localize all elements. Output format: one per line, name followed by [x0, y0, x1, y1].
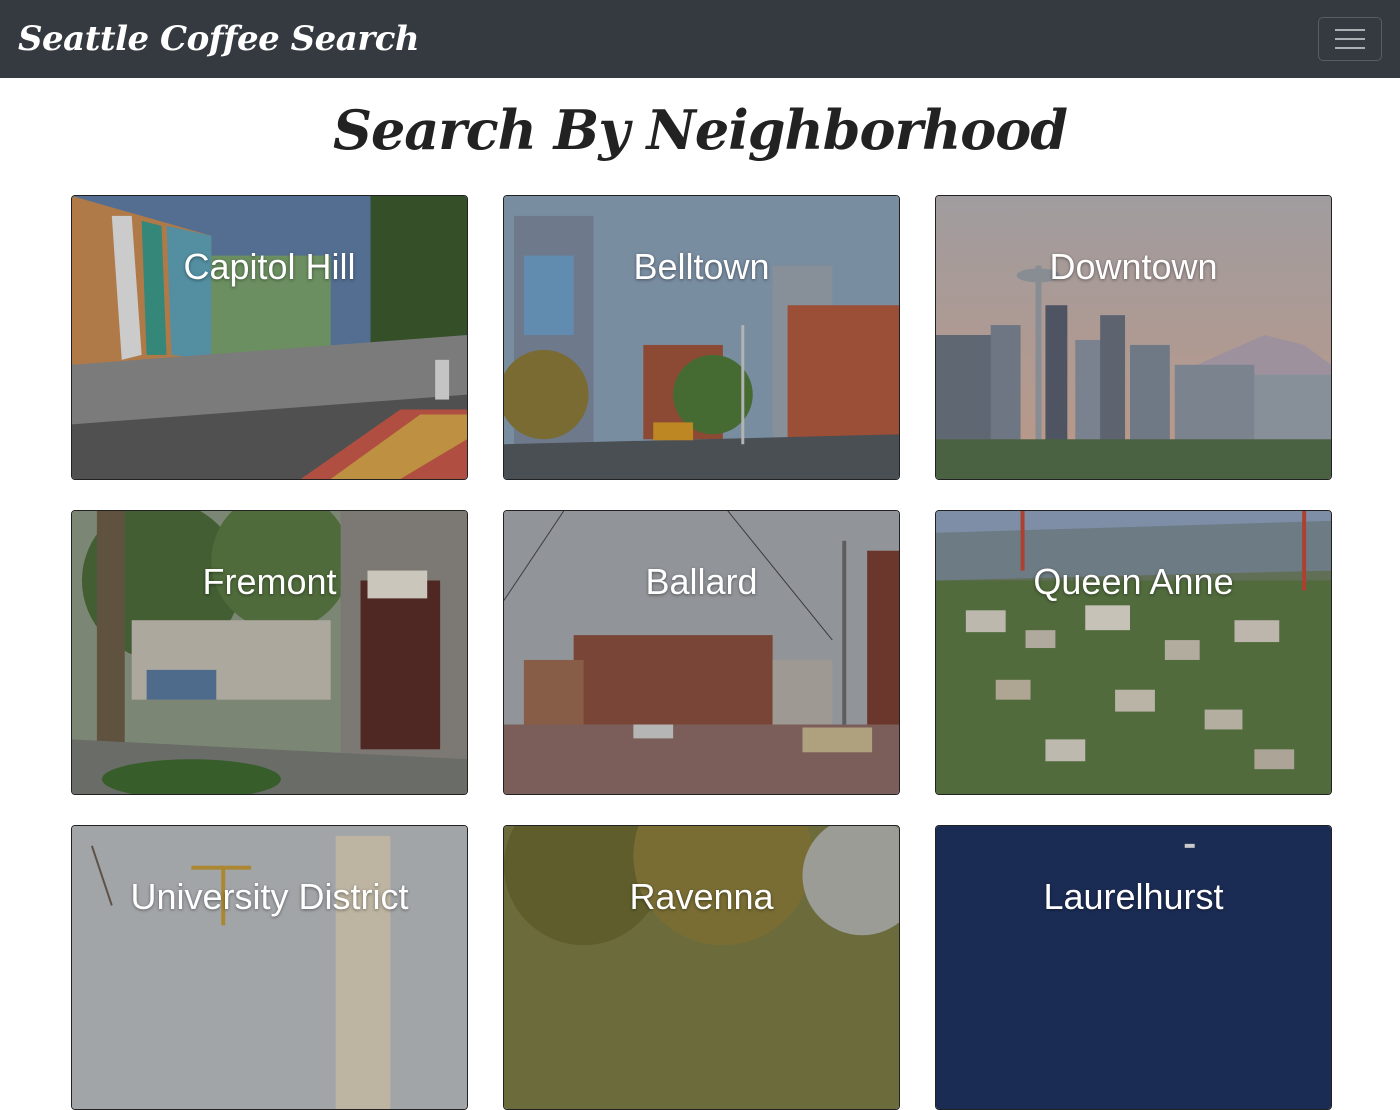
neighborhood-label: Capitol Hill [183, 246, 356, 287]
menu-toggle-button[interactable] [1318, 17, 1382, 61]
neighborhood-label: Fremont [202, 561, 337, 602]
card-overlay [72, 196, 467, 479]
hamburger-menu-icon [1335, 47, 1365, 49]
neighborhood-label: Downtown [1049, 246, 1218, 287]
neighborhood-card-capitol-hill[interactable]: Capitol Hill [71, 195, 468, 480]
neighborhood-label: Ravenna [629, 876, 774, 917]
neighborhood-card-ravenna[interactable]: Ravenna [503, 825, 900, 1110]
card-overlay [504, 826, 899, 1109]
hamburger-menu-icon [1335, 29, 1365, 31]
page-title: Search By Neighborhood [332, 98, 1068, 162]
card-overlay [72, 826, 467, 1109]
neighborhood-label: Ballard [645, 561, 758, 602]
neighborhood-grid: Capitol Hill Belltown Downtown Fremont B… [71, 195, 1332, 1110]
card-overlay [72, 511, 467, 794]
neighborhood-label: University District [130, 876, 409, 917]
card-overlay [504, 511, 899, 794]
hamburger-menu-icon [1335, 38, 1365, 40]
card-overlay [936, 511, 1331, 794]
neighborhood-label: Belltown [633, 246, 770, 287]
neighborhood-card-belltown[interactable]: Belltown [503, 195, 900, 480]
navbar: Seattle Coffee Search [0, 0, 1400, 78]
neighborhood-card-queen-anne[interactable]: Queen Anne [935, 510, 1332, 795]
neighborhood-card-laurelhurst[interactable]: Laurelhurst [935, 825, 1332, 1110]
card-overlay [936, 826, 1331, 1109]
neighborhood-card-university-district[interactable]: University District [71, 825, 468, 1110]
neighborhood-label: Laurelhurst [1043, 876, 1224, 917]
neighborhood-card-fremont[interactable]: Fremont [71, 510, 468, 795]
neighborhood-card-ballard[interactable]: Ballard [503, 510, 900, 795]
neighborhood-card-downtown[interactable]: Downtown [935, 195, 1332, 480]
brand-link[interactable]: Seattle Coffee Search [18, 19, 420, 59]
card-overlay [936, 196, 1331, 479]
neighborhood-label: Queen Anne [1033, 561, 1234, 602]
card-overlay [504, 196, 899, 479]
